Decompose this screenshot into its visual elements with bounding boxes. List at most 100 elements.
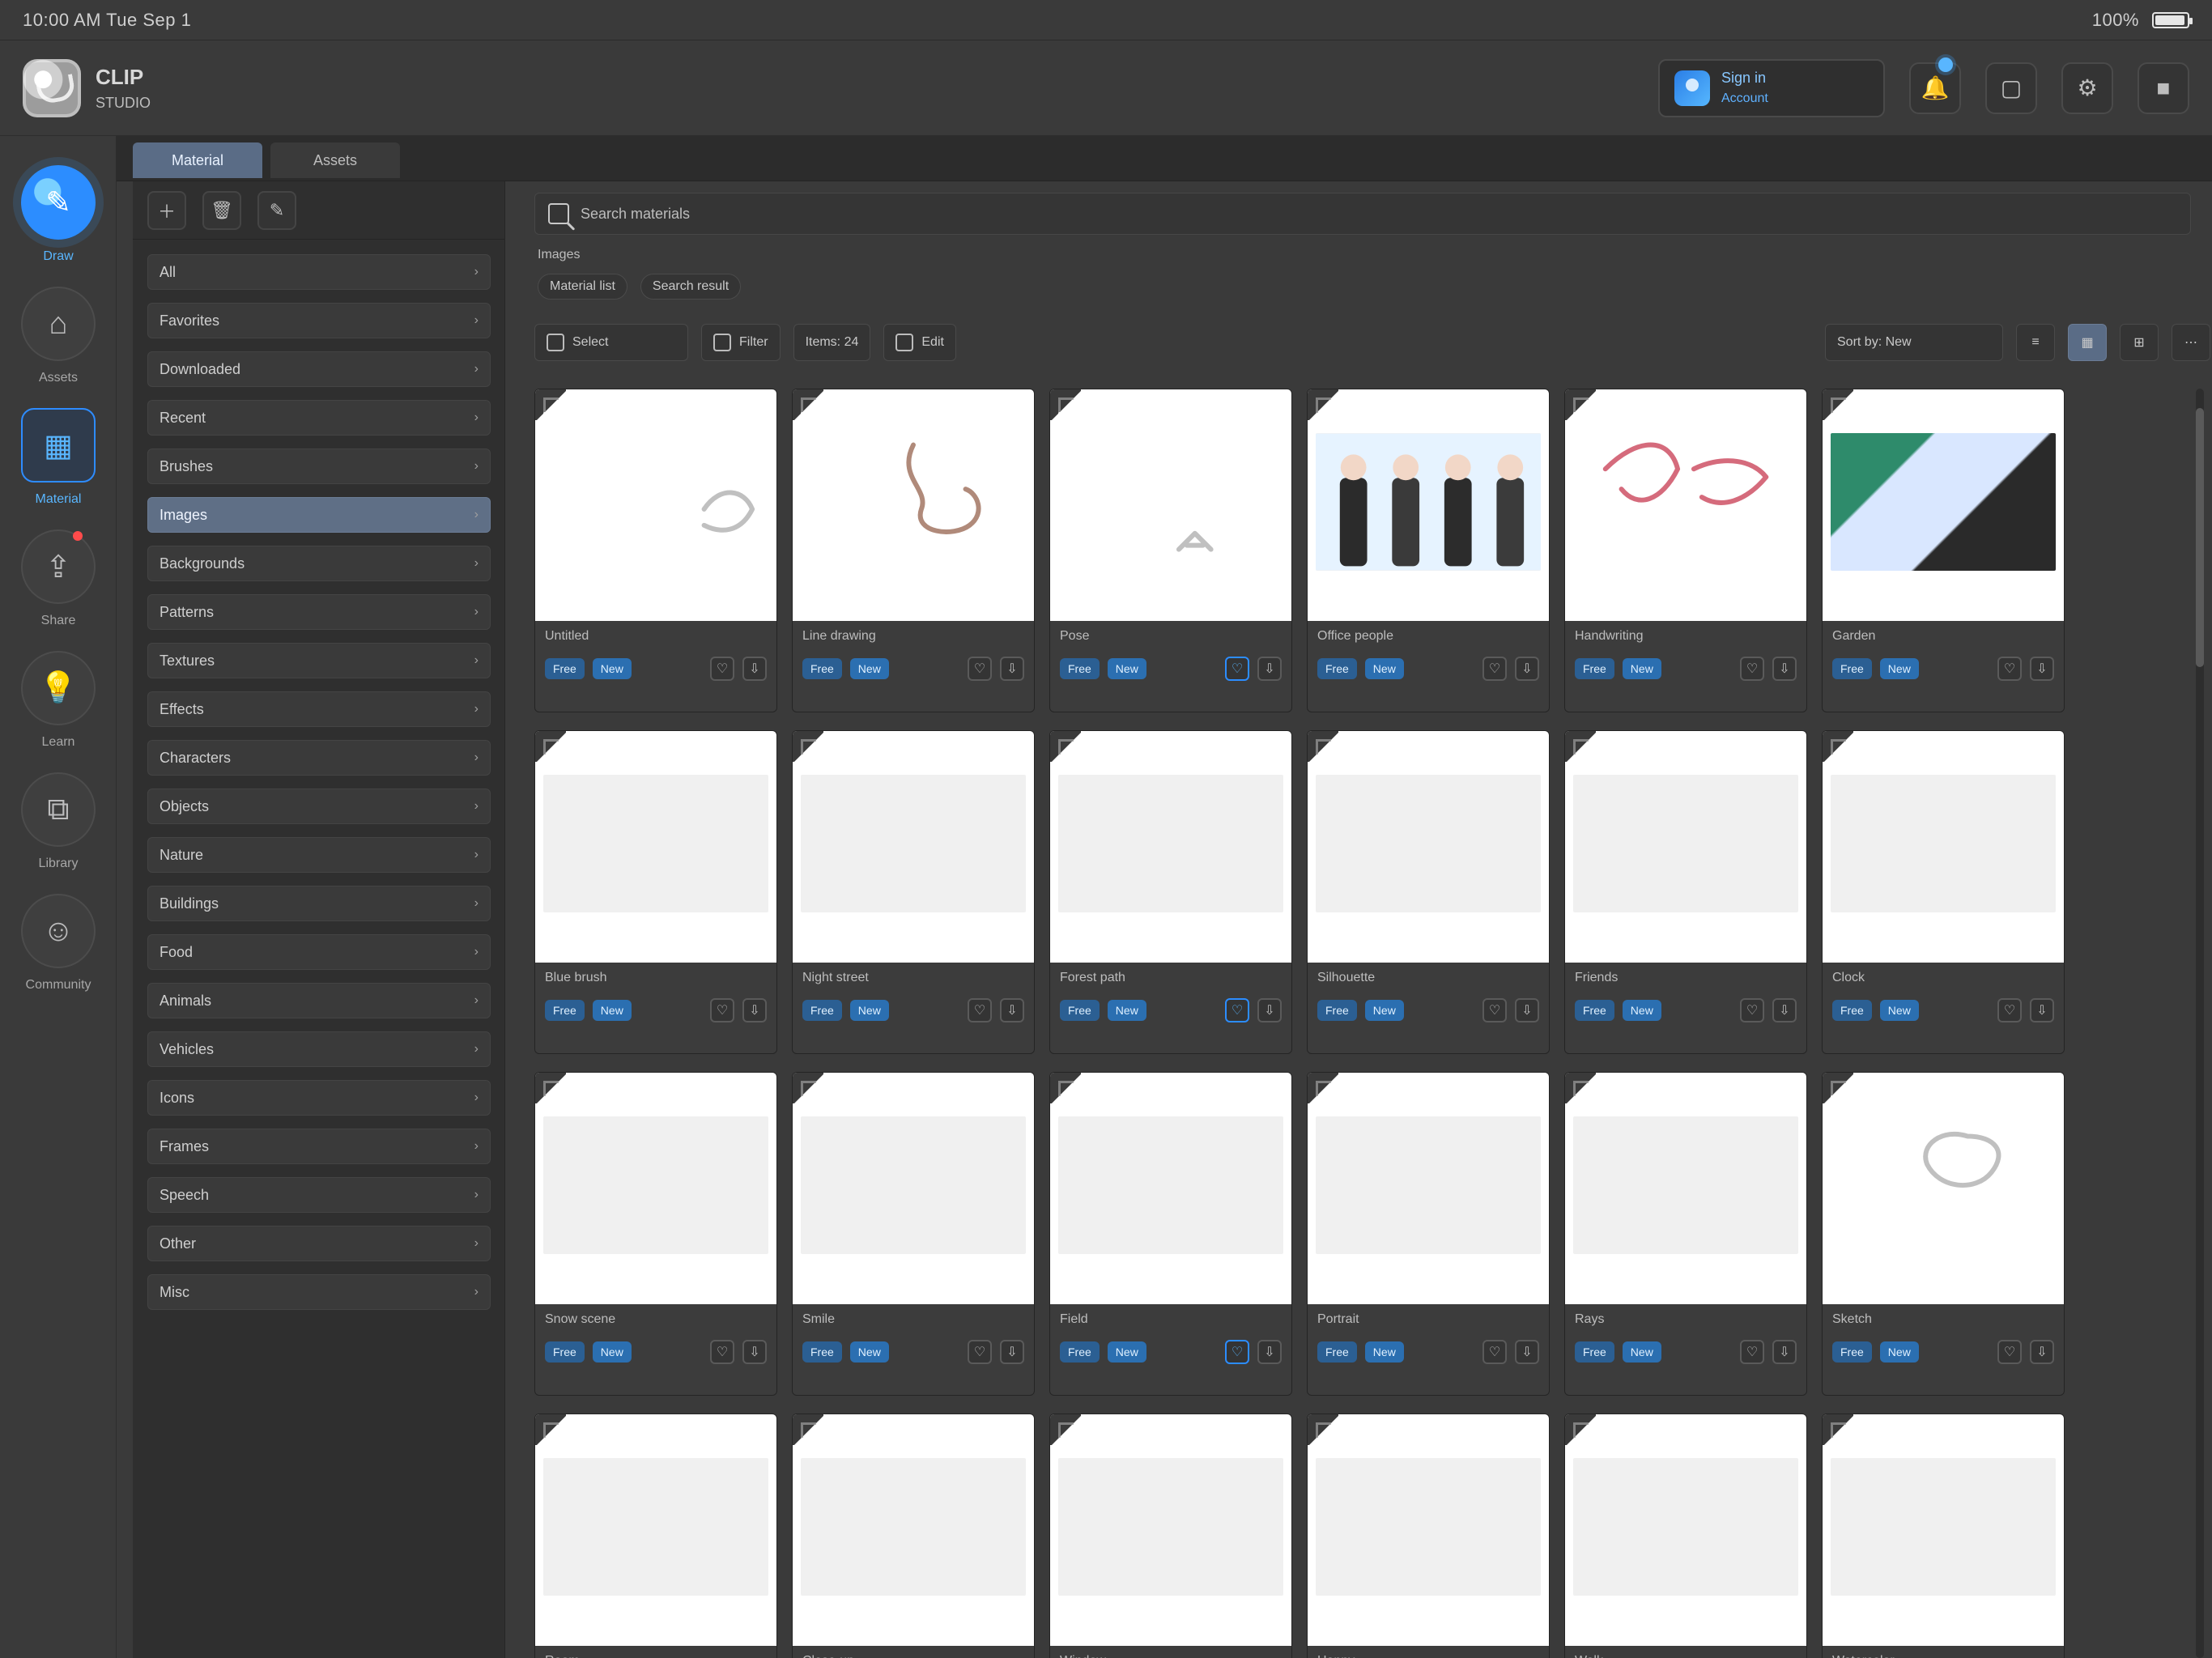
card-thumbnail[interactable] xyxy=(535,1073,776,1304)
material-card[interactable]: HappyFreeNew♡⇩ xyxy=(1307,1414,1550,1658)
settings-button[interactable]: ⚙ xyxy=(2061,62,2113,114)
download-button[interactable]: ⇩ xyxy=(1000,998,1024,1022)
card-thumbnail[interactable] xyxy=(1308,1414,1549,1646)
view-list-button[interactable]: ≡ xyxy=(2016,324,2055,361)
material-card[interactable]: WindowFreeNew♡⇩ xyxy=(1049,1414,1292,1658)
folder-item[interactable]: Nature › xyxy=(147,837,491,873)
material-card[interactable]: Blue brush Free New ♡ ⇩ xyxy=(534,730,777,1054)
tab-assets[interactable]: Assets xyxy=(270,142,400,178)
download-button[interactable]: ⇩ xyxy=(2030,657,2054,681)
window-button[interactable]: ■ xyxy=(2138,62,2189,114)
card-thumbnail[interactable] xyxy=(1050,731,1291,963)
copy-button[interactable]: ▢ xyxy=(1985,62,2037,114)
favorite-button[interactable]: ♡ xyxy=(710,657,734,681)
download-button[interactable]: ⇩ xyxy=(1000,657,1024,681)
download-button[interactable]: ⇩ xyxy=(1515,1340,1539,1364)
card-thumbnail[interactable] xyxy=(1308,1073,1549,1304)
card-thumbnail[interactable] xyxy=(793,1414,1034,1646)
folder-item[interactable]: Downloaded › xyxy=(147,351,491,387)
material-card[interactable]: RoomFreeNew♡⇩ xyxy=(534,1414,777,1658)
card-thumbnail[interactable] xyxy=(1565,1073,1806,1304)
material-card[interactable]: Rays Free New ♡ ⇩ xyxy=(1564,1072,1807,1396)
favorite-button[interactable]: ♡ xyxy=(710,1340,734,1364)
favorite-button[interactable]: ♡ xyxy=(710,998,734,1022)
chip-material-list[interactable]: Material list xyxy=(538,274,627,300)
download-button[interactable]: ⇩ xyxy=(1772,1340,1797,1364)
folder-item[interactable]: Textures › xyxy=(147,643,491,678)
rail-item-material[interactable]: ▦ Material xyxy=(0,393,117,515)
select-mode-button[interactable]: Select xyxy=(534,324,688,361)
material-card[interactable]: Field Free New ♡ ⇩ xyxy=(1049,1072,1292,1396)
card-thumbnail[interactable] xyxy=(1050,1414,1291,1646)
download-button[interactable]: ⇩ xyxy=(2030,998,2054,1022)
material-card[interactable]: Office people Free New ♡ ⇩ xyxy=(1307,389,1550,712)
material-card[interactable]: Portrait Free New ♡ ⇩ xyxy=(1307,1072,1550,1396)
folder-item[interactable]: Frames › xyxy=(147,1129,491,1164)
favorite-button[interactable]: ♡ xyxy=(968,657,992,681)
card-thumbnail[interactable] xyxy=(1308,731,1549,963)
card-thumbnail[interactable] xyxy=(793,731,1034,963)
card-thumbnail[interactable] xyxy=(1050,389,1291,621)
notifications-button[interactable]: 🔔 xyxy=(1909,57,1961,114)
download-button[interactable]: ⇩ xyxy=(742,998,767,1022)
rail-item-share[interactable]: ⇪ Share xyxy=(0,515,117,636)
material-card[interactable]: Handwriting Free New ♡ ⇩ xyxy=(1564,389,1807,712)
card-thumbnail[interactable] xyxy=(1823,1073,2064,1304)
search-bar[interactable]: Search materials xyxy=(534,193,2191,235)
card-thumbnail[interactable] xyxy=(535,731,776,963)
card-thumbnail[interactable] xyxy=(1565,1414,1806,1646)
account-button[interactable]: Sign in Account xyxy=(1658,58,1885,117)
material-card[interactable]: Sketch Free New ♡ ⇩ xyxy=(1822,1072,2065,1396)
material-card[interactable]: Snow scene Free New ♡ ⇩ xyxy=(534,1072,777,1396)
card-thumbnail[interactable] xyxy=(535,389,776,621)
download-button[interactable]: ⇩ xyxy=(1257,657,1282,681)
material-card[interactable]: Night street Free New ♡ ⇩ xyxy=(792,730,1035,1054)
rail-item-assets[interactable]: ⌂ Assets xyxy=(0,272,117,393)
rail-item-learn[interactable]: 💡 Learn xyxy=(0,636,117,758)
more-button[interactable]: ⋯ xyxy=(2172,324,2210,361)
card-thumbnail[interactable] xyxy=(793,1073,1034,1304)
folder-item[interactable]: Animals › xyxy=(147,983,491,1018)
folder-item[interactable]: Icons › xyxy=(147,1080,491,1116)
folder-item[interactable]: Objects › xyxy=(147,789,491,824)
material-card[interactable]: Pose Free New ♡ ⇩ xyxy=(1049,389,1292,712)
folder-item[interactable]: All › xyxy=(147,254,491,290)
folder-item[interactable]: Buildings › xyxy=(147,886,491,921)
favorite-button[interactable]: ♡ xyxy=(1225,1340,1249,1364)
favorite-button[interactable]: ♡ xyxy=(1997,657,2022,681)
download-button[interactable]: ⇩ xyxy=(1257,998,1282,1022)
tab-material[interactable]: Material xyxy=(133,142,262,178)
filter-button[interactable]: Filter xyxy=(701,324,781,361)
folder-item[interactable]: Favorites › xyxy=(147,303,491,338)
scrollbar-thumb[interactable] xyxy=(2196,408,2204,667)
card-thumbnail[interactable] xyxy=(535,1414,776,1646)
folder-item[interactable]: Vehicles › xyxy=(147,1031,491,1067)
material-card[interactable]: Forest path Free New ♡ ⇩ xyxy=(1049,730,1292,1054)
folder-item[interactable]: Images › xyxy=(147,497,491,533)
folder-item[interactable]: Speech › xyxy=(147,1177,491,1213)
folder-item[interactable]: Patterns › xyxy=(147,594,491,630)
favorite-button[interactable]: ♡ xyxy=(1740,1340,1764,1364)
folder-item[interactable]: Other › xyxy=(147,1226,491,1261)
card-thumbnail[interactable] xyxy=(793,389,1034,621)
folder-delete-button[interactable]: 🗑 xyxy=(202,190,241,230)
favorite-button[interactable]: ♡ xyxy=(1482,998,1507,1022)
chip-search-result[interactable]: Search result xyxy=(640,274,742,300)
content-scrollbar[interactable] xyxy=(2196,389,2204,1658)
download-button[interactable]: ⇩ xyxy=(742,1340,767,1364)
favorite-button[interactable]: ♡ xyxy=(1997,998,2022,1022)
download-button[interactable]: ⇩ xyxy=(2030,1340,2054,1364)
download-button[interactable]: ⇩ xyxy=(1772,657,1797,681)
favorite-button[interactable]: ♡ xyxy=(1482,657,1507,681)
material-card[interactable]: WatercolorFreeNew♡⇩ xyxy=(1822,1414,2065,1658)
download-button[interactable]: ⇩ xyxy=(1515,998,1539,1022)
folder-item[interactable]: Characters › xyxy=(147,740,491,776)
favorite-button[interactable]: ♡ xyxy=(1225,657,1249,681)
rail-item-library[interactable]: ⧉ Library xyxy=(0,758,117,879)
material-card[interactable]: Silhouette Free New ♡ ⇩ xyxy=(1307,730,1550,1054)
card-thumbnail[interactable] xyxy=(1565,731,1806,963)
view-large-button[interactable]: ⊞ xyxy=(2120,324,2159,361)
favorite-button[interactable]: ♡ xyxy=(1740,657,1764,681)
folder-add-button[interactable]: ＋ xyxy=(147,190,186,230)
folder-item[interactable]: Misc › xyxy=(147,1274,491,1310)
